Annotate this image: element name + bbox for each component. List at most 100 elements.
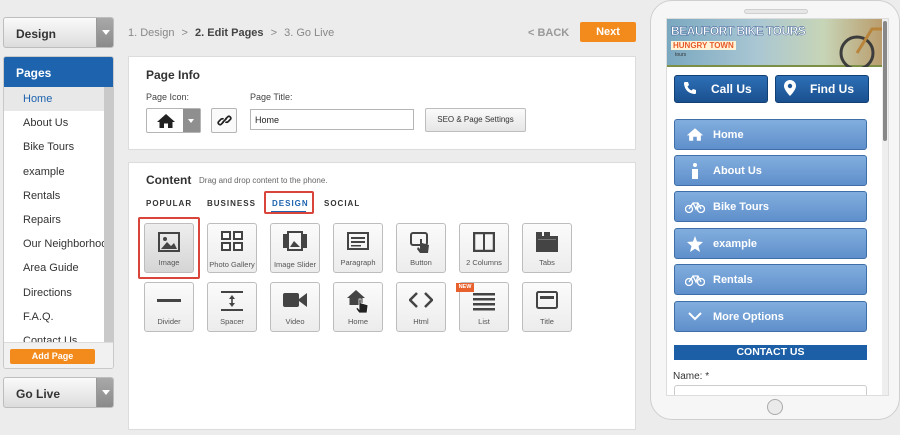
page-item-repairs[interactable]: Repairs (4, 208, 105, 232)
breadcrumb-separator: > (181, 27, 188, 39)
pages-header: Pages (4, 57, 113, 87)
page-icon-label: Page Icon: (146, 92, 190, 102)
tabs-icon (523, 232, 571, 252)
phone-menu-label: About Us (713, 164, 762, 177)
widget-divider[interactable]: Divider (144, 282, 194, 332)
tab-popular[interactable]: POPULAR (146, 199, 192, 208)
page-info-panel: Page Info Page Icon: Page Title: SEO & P… (128, 56, 636, 150)
phone-menu-bike-tours[interactable]: Bike Tours (674, 191, 867, 222)
phone-menu-label: Rentals (713, 273, 753, 286)
call-us-button[interactable]: Call Us (674, 75, 768, 103)
phone-menu-about-us[interactable]: About Us (674, 155, 867, 186)
widget-html[interactable]: Html (396, 282, 446, 332)
page-item-home[interactable]: Home (4, 87, 105, 112)
phone-preview: BEAUFORT BIKE TOURS HUNGRY TOWN tours Ca… (650, 0, 900, 420)
widget-two-columns[interactable]: 2 Columns (459, 223, 509, 273)
page-item-our-neighborhood[interactable]: Our Neighborhood (4, 232, 105, 256)
widget-image-slider[interactable]: Image Slider (270, 223, 320, 273)
content-hint: Drag and drop content to the phone. (199, 176, 328, 185)
widget-video[interactable]: Video (270, 282, 320, 332)
widget-photo-gallery[interactable]: Photo Gallery (207, 223, 257, 273)
widget-title[interactable]: Title (522, 282, 572, 332)
widget-label: Tabs (539, 258, 555, 267)
chevron-down-icon[interactable] (96, 378, 113, 407)
widget-label: Image Slider (273, 260, 317, 269)
button-icon (397, 232, 445, 254)
phone-icon (683, 81, 697, 98)
widget-label: Html (413, 317, 429, 326)
widget-label: 2 Columns (466, 258, 502, 267)
page-item-directions[interactable]: Directions (4, 281, 105, 305)
widget-spacer[interactable]: Spacer (207, 282, 257, 332)
info-icon (685, 162, 705, 179)
widget-label: Video (285, 317, 305, 326)
widget-label: Image (158, 258, 180, 267)
breadcrumb-step-design[interactable]: 1. Design (128, 27, 174, 39)
next-button[interactable]: Next (580, 22, 636, 42)
widget-tabs[interactable]: Tabs (522, 223, 572, 273)
phone-menu-label: More Options (713, 310, 784, 323)
site-banner: BEAUFORT BIKE TOURS HUNGRY TOWN tours (667, 19, 888, 67)
paragraph-icon (334, 232, 382, 250)
tab-selection-highlight (264, 191, 314, 214)
name-input[interactable] (674, 385, 867, 395)
phone-scrollbar[interactable] (882, 19, 888, 395)
content-title: Content (146, 173, 192, 187)
banner-tagline: tours (675, 52, 687, 58)
page-title-input[interactable] (250, 109, 414, 130)
page-item-about-us[interactable]: About Us (4, 111, 105, 135)
link-icon (217, 113, 232, 131)
phone-menu-more-options[interactable]: More Options (674, 301, 867, 332)
add-page-button[interactable]: Add Page (10, 349, 95, 364)
link-button[interactable] (211, 108, 237, 133)
page-item-bike-tours[interactable]: Bike Tours (4, 135, 105, 159)
phone-menu-label: Home (713, 128, 744, 141)
two-columns-icon (460, 232, 508, 252)
page-item-faq[interactable]: F.A.Q. (4, 305, 105, 329)
phone-menu-example[interactable]: example (674, 228, 867, 259)
name-label: Name: * (673, 371, 710, 382)
tab-social[interactable]: SOCIAL (324, 199, 360, 208)
banner-subtitle: HUNGRY TOWN (671, 41, 736, 50)
home-icon (156, 113, 176, 132)
widget-button[interactable]: Button (396, 223, 446, 273)
back-link[interactable]: < BACK (528, 27, 569, 39)
pages-list: Home About Us Bike Tours example Rentals… (4, 87, 105, 353)
tab-business[interactable]: BUSINESS (207, 199, 256, 208)
design-dropdown-label: Design (16, 27, 57, 41)
phone-menu-home[interactable]: Home (674, 119, 867, 150)
phone-menu-rentals[interactable]: Rentals (674, 264, 867, 295)
title-icon (523, 291, 571, 309)
page-icon-select[interactable] (146, 108, 201, 133)
go-live-dropdown[interactable]: Go Live (3, 377, 114, 408)
seo-page-settings-button[interactable]: SEO & Page Settings (425, 108, 526, 132)
widget-label: Paragraph (340, 258, 376, 267)
widget-list[interactable]: NEW List (456, 282, 509, 332)
breadcrumb-step-go-live[interactable]: 3. Go Live (284, 27, 334, 39)
widget-label: List (478, 317, 490, 326)
page-item-example[interactable]: example (4, 160, 105, 184)
content-panel: Content Drag and drop content to the pho… (128, 162, 636, 430)
star-icon (685, 235, 705, 252)
chevron-down-icon[interactable] (183, 109, 200, 132)
breadcrumb: 1. Design > 2. Edit Pages > 3. Go Live (128, 27, 334, 39)
page-item-rentals[interactable]: Rentals (4, 184, 105, 208)
video-icon (271, 291, 319, 309)
phone-menu-label: Bike Tours (713, 200, 770, 213)
widget-home[interactable]: Home (333, 282, 383, 332)
bicycle-icon (685, 201, 705, 213)
image-icon (145, 232, 193, 252)
phone-screen[interactable]: BEAUFORT BIKE TOURS HUNGRY TOWN tours Ca… (666, 18, 889, 396)
find-us-label: Find Us (810, 82, 854, 96)
find-us-button[interactable]: Find Us (775, 75, 869, 103)
widget-paragraph[interactable]: Paragraph (333, 223, 383, 273)
widget-image[interactable]: Image (144, 223, 194, 273)
breadcrumb-step-edit-pages: 2. Edit Pages (195, 27, 264, 39)
page-item-area-guide[interactable]: Area Guide (4, 256, 105, 280)
design-dropdown[interactable]: Design (3, 17, 114, 48)
pages-scrollbar[interactable] (104, 87, 113, 342)
contact-us-header: CONTACT US (674, 345, 867, 360)
banner-title: BEAUFORT BIKE TOURS (671, 24, 806, 38)
new-badge: NEW (456, 283, 474, 292)
chevron-down-icon[interactable] (96, 18, 113, 47)
